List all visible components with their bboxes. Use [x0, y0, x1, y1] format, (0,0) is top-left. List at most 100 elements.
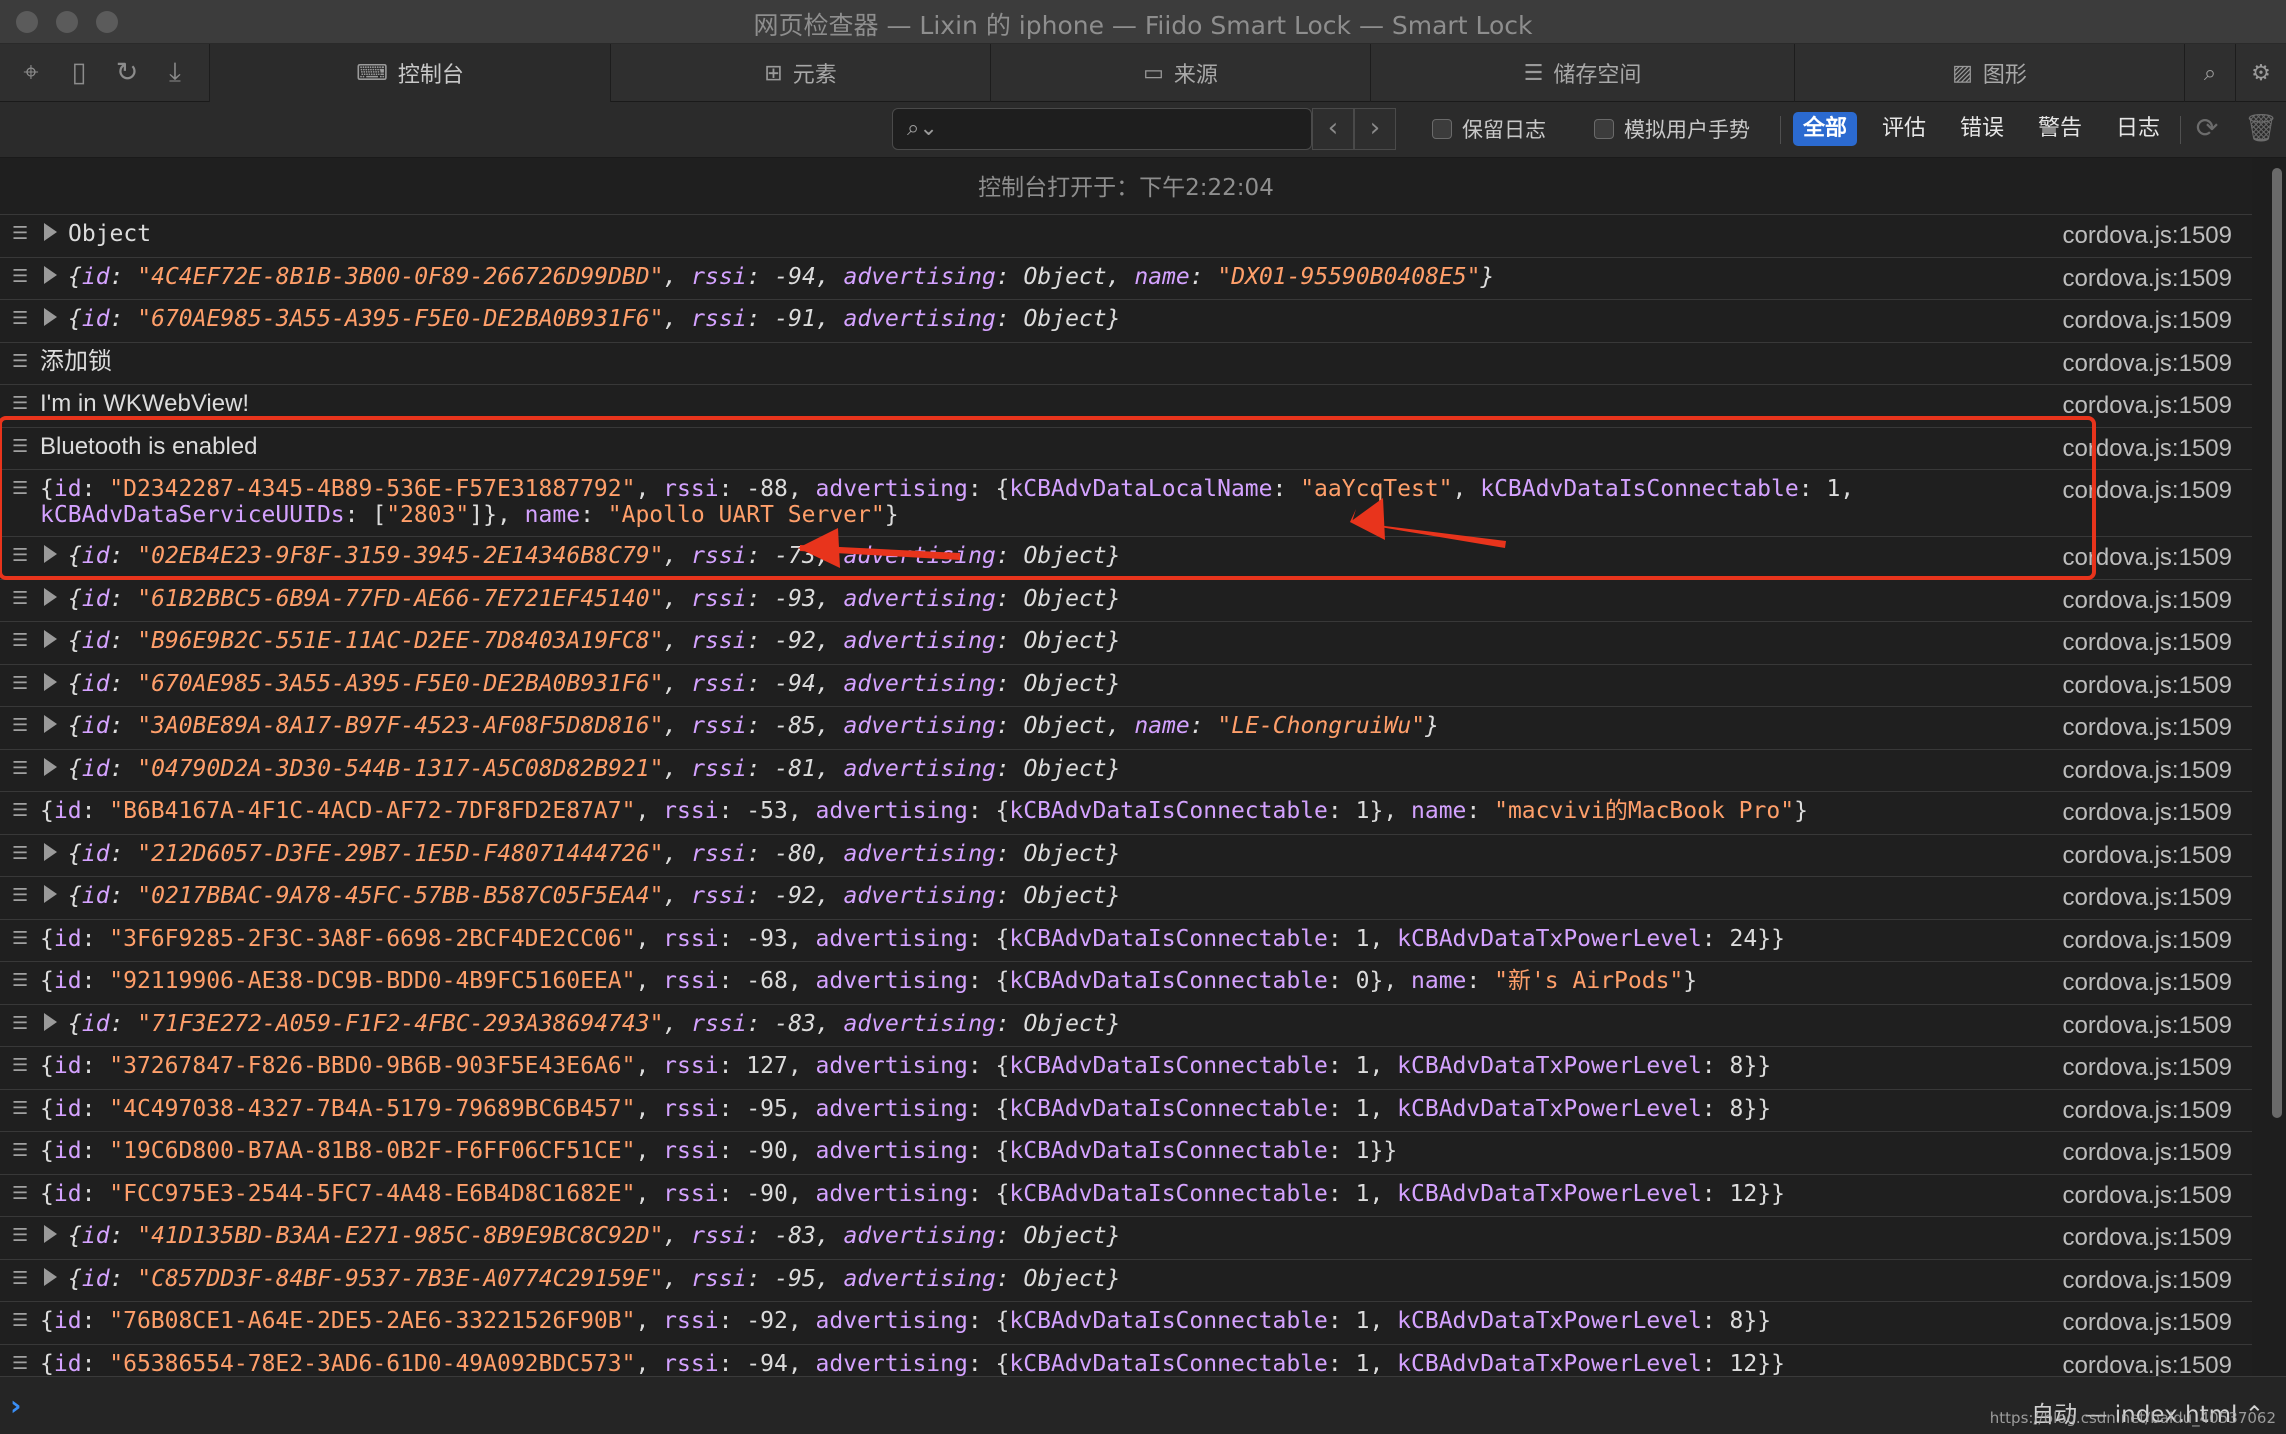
disclosure-triangle-icon[interactable] [44, 672, 57, 691]
log-row[interactable]: ☰ {id: "65386554-78E2-3AD6-61D0-49A092BDC… [0, 1343, 2252, 1377]
filter-errors-button[interactable]: 错误 [1950, 112, 2014, 146]
source-link[interactable]: cordova.js:1509 [2063, 587, 2232, 615]
source-link[interactable]: cordova.js:1509 [2063, 477, 2232, 505]
source-link[interactable]: cordova.js:1509 [2063, 1352, 2232, 1377]
tab-sources[interactable]: ▭ 来源 [990, 44, 1370, 102]
console-log[interactable]: 控制台打开于：下午2:22:04 ☰ Object cordova.js:1509 ☰… [0, 158, 2252, 1376]
source-link[interactable]: cordova.js:1509 [2063, 842, 2232, 870]
source-link[interactable]: cordova.js:1509 [2063, 1054, 2232, 1082]
disclosure-triangle-icon[interactable] [44, 1225, 57, 1243]
disclosure-triangle-icon[interactable] [44, 1012, 57, 1031]
console-input[interactable] [44, 1387, 1544, 1423]
source-link[interactable]: cordova.js:1509 [2063, 222, 2232, 250]
log-row[interactable]: ☰ {id: "04790D2A-3D30-544B-1317-A5C08D82B… [0, 748, 2252, 792]
disclosure-triangle-icon[interactable] [44, 885, 57, 903]
source-link[interactable]: cordova.js:1509 [2063, 629, 2232, 657]
source-link[interactable]: cordova.js:1509 [2063, 544, 2232, 572]
source-link[interactable]: cordova.js:1509 [2063, 884, 2232, 912]
log-row[interactable]: ☰ {id: "02EB4E23-9F8F-3159-3945-2E14346B8… [0, 536, 2252, 579]
log-row[interactable]: ☰ {id: "B6B4167A-4F1C-4ACD-AF72-7DF8FD2E8… [0, 791, 2252, 834]
log-row[interactable]: ☰ {id: "670AE985-3A55-A395-F5E0-DE2BA0B93… [0, 663, 2252, 707]
preserve-log-toggle[interactable]: 保留日志 [1432, 114, 1546, 144]
disclosure-triangle-icon[interactable] [44, 308, 57, 326]
log-row[interactable]: ☰ {id: "76B08CE1-A64E-2DE5-2AE6-33221526F… [0, 1301, 2252, 1344]
filter-all-button[interactable]: 全部 [1793, 112, 1858, 146]
filter-evaluations-button[interactable]: 评估 [1872, 112, 1936, 146]
log-row[interactable]: ☰ {id: "0217BBAC-9A78-45FC-57BB-B587C05F5… [0, 876, 2252, 919]
tab-graphics[interactable]: ▨ 图形 [1794, 44, 2184, 102]
log-row[interactable]: ☰ Bluetooth is enabled cordova.js:1509 [0, 426, 2252, 470]
source-link[interactable]: cordova.js:1509 [2063, 307, 2232, 335]
log-message: {id: "3F6F9285-2F3C-3A8F-6698-2BCF4DE2CC… [40, 925, 1785, 952]
log-row[interactable]: ☰ {id: "212D6057-D3FE-29B7-1E5D-F48071444… [0, 833, 2252, 877]
log-row[interactable]: ☰ {id: "B96E9B2C-551E-11AC-D2EE-7D8403A19… [0, 621, 2252, 664]
source-link[interactable]: cordova.js:1509 [2063, 1309, 2232, 1337]
source-link[interactable]: cordova.js:1509 [2063, 350, 2232, 378]
log-row[interactable]: ☰ {id: "71F3E272-A059-F1F2-4FBC-293A38694… [0, 1003, 2252, 1047]
preserve-log-checkbox[interactable] [1432, 119, 1452, 139]
log-row[interactable]: ☰ {id: "41D135BD-B3AA-E271-985C-8B9E9BC8C… [0, 1216, 2252, 1259]
source-link[interactable]: cordova.js:1509 [2063, 1224, 2232, 1252]
source-link[interactable]: cordova.js:1509 [2063, 1267, 2232, 1295]
log-row[interactable]: ☰ {id: "61B2BBC5-6B9A-77FD-AE66-7E721EF45… [0, 578, 2252, 622]
reload-icon[interactable]: ↻ [112, 58, 142, 88]
log-row[interactable]: ☰ {id: "4C497038-4327-7B4A-5179-79689BC6B… [0, 1088, 2252, 1132]
settings-button[interactable]: ⚙ [2235, 44, 2286, 102]
refresh-icon[interactable]: ⟳ [2192, 114, 2222, 144]
source-link[interactable]: cordova.js:1509 [2063, 927, 2232, 955]
crosshair-icon[interactable]: ⌖ [16, 58, 46, 88]
disclosure-triangle-icon[interactable] [44, 715, 57, 733]
filter-logs-button[interactable]: 日志 [2106, 112, 2170, 146]
tab-console[interactable]: ⌨ 控制台 [209, 44, 610, 102]
source-link[interactable]: cordova.js:1509 [2063, 799, 2232, 827]
disclosure-triangle-icon[interactable] [44, 842, 57, 861]
log-row[interactable]: ☰ {id: "3F6F9285-2F3C-3A8F-6698-2BCF4DE2C… [0, 918, 2252, 962]
log-message: {id: "19C6D800-B7AA-81B8-0B2F-F6FF06CF51… [40, 1138, 1398, 1164]
disclosure-triangle-icon[interactable] [44, 757, 57, 776]
disclosure-triangle-icon[interactable] [44, 545, 57, 563]
log-row[interactable]: ☰ Object cordova.js:1509 [0, 214, 2252, 257]
trash-icon[interactable]: 🗑 [2244, 114, 2278, 144]
filter-warnings-button[interactable]: 警告 [2028, 112, 2092, 146]
source-link[interactable]: cordova.js:1509 [2063, 757, 2232, 785]
console-search-box[interactable]: ⌕⌄ [892, 108, 1312, 150]
log-row[interactable]: ☰ {id: "3A0BE89A-8A17-B97F-4523-AF08F5D8D… [0, 706, 2252, 749]
source-link[interactable]: cordova.js:1509 [2063, 1012, 2232, 1040]
disclosure-triangle-icon[interactable] [44, 1267, 57, 1286]
previous-match-button[interactable]: ‹ [1312, 108, 1354, 150]
source-link[interactable]: cordova.js:1509 [2063, 392, 2232, 420]
device-icon[interactable]: ▯ [64, 58, 94, 88]
simulate-gesture-toggle[interactable]: 模拟用户手势 [1594, 114, 1750, 144]
search-tab-button[interactable]: ⌕ [2184, 44, 2235, 102]
log-row[interactable]: ☰ I'm in WKWebView! cordova.js:1509 [0, 384, 2252, 427]
source-link[interactable]: cordova.js:1509 [2063, 714, 2232, 742]
tab-elements[interactable]: ⊞ 元素 [610, 44, 990, 102]
source-link[interactable]: cordova.js:1509 [2063, 1182, 2232, 1210]
log-row[interactable]: ☰ {id: "19C6D800-B7AA-81B8-0B2F-F6FF06CF5… [0, 1131, 2252, 1174]
next-match-button[interactable]: › [1354, 108, 1396, 150]
connectable-value: 1 [1355, 1138, 1370, 1164]
disclosure-triangle-icon[interactable] [44, 587, 57, 606]
log-row[interactable]: ☰ {id: "D2342287-4345-4B89-536E-F57E31887… [0, 469, 2252, 536]
disclosure-triangle-icon[interactable] [44, 265, 57, 284]
simulate-gesture-checkbox[interactable] [1594, 119, 1614, 139]
log-row[interactable]: ☰ {id: "37267847-F826-BBD0-9B6B-903F5E43E… [0, 1046, 2252, 1089]
disclosure-triangle-icon[interactable] [44, 630, 57, 648]
source-link[interactable]: cordova.js:1509 [2063, 969, 2232, 997]
console-search-input[interactable] [945, 115, 1195, 143]
log-row[interactable]: ☰ 添加锁 cordova.js:1509 [0, 341, 2252, 385]
source-link[interactable]: cordova.js:1509 [2063, 265, 2232, 293]
source-link[interactable]: cordova.js:1509 [2063, 672, 2232, 700]
console-scrollbar[interactable] [2272, 168, 2282, 1118]
source-link[interactable]: cordova.js:1509 [2063, 435, 2232, 463]
disclosure-triangle-icon[interactable] [44, 223, 57, 241]
log-row[interactable]: ☰ {id: "92119906-AE38-DC9B-BDD0-4B9FC5160… [0, 961, 2252, 1004]
source-link[interactable]: cordova.js:1509 [2063, 1139, 2232, 1167]
source-link[interactable]: cordova.js:1509 [2063, 1097, 2232, 1125]
download-icon[interactable]: ⤓ [160, 58, 190, 88]
log-row[interactable]: ☰ {id: "FCC975E3-2544-5FC7-4A48-E6B4D8C16… [0, 1173, 2252, 1217]
log-row[interactable]: ☰ {id: "670AE985-3A55-A395-F5E0-DE2BA0B93… [0, 299, 2252, 342]
log-row[interactable]: ☰ {id: "C857DD3F-84BF-9537-7B3E-A0774C291… [0, 1258, 2252, 1302]
log-row[interactable]: ☰ {id: "4C4EF72E-8B1B-3B00-0F89-266726D99… [0, 256, 2252, 300]
tab-storage[interactable]: ☰ 储存空间 [1370, 44, 1794, 102]
